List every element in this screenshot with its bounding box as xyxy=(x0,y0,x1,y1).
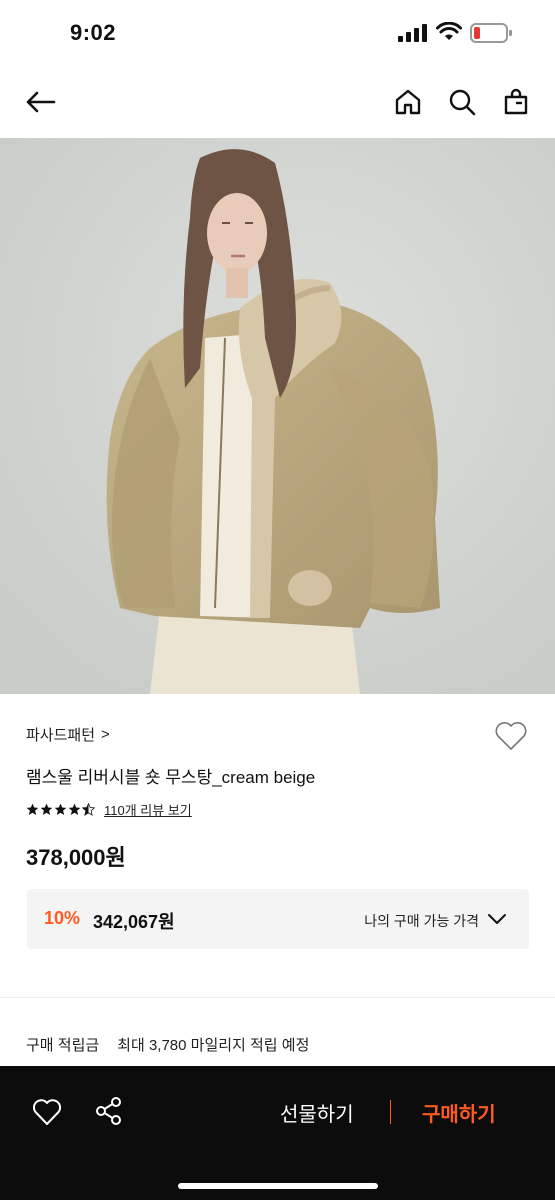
star-half-icon xyxy=(82,803,95,816)
points-row: 구매 적립금 최대 3,780 마일리지 적립 예정 xyxy=(26,1034,309,1055)
home-icon xyxy=(395,89,421,115)
home-button[interactable] xyxy=(390,84,426,120)
original-price: 378,000원 xyxy=(26,845,126,870)
wishlist-heart-icon[interactable] xyxy=(494,720,528,752)
arrow-left-icon xyxy=(26,91,56,113)
battery-icon xyxy=(470,23,512,43)
my-price-label: 나의 구매 가능 가격 xyxy=(364,913,479,929)
home-indicator xyxy=(178,1183,378,1189)
section-divider xyxy=(0,997,555,998)
cart-button[interactable] xyxy=(498,84,534,120)
search-icon xyxy=(449,89,476,116)
chevron-right-icon: > xyxy=(101,726,110,743)
star-full-icon xyxy=(26,803,39,816)
top-nav-bar xyxy=(0,66,555,138)
product-name: 램스울 리버시블 숏 무스탕_cream beige xyxy=(26,768,316,787)
wifi-icon xyxy=(436,22,462,40)
discount-rate: 10% xyxy=(44,908,81,928)
gift-button[interactable]: 선물하기 xyxy=(280,1098,354,1127)
points-text: 최대 3,780 마일리지 적립 예정 xyxy=(117,1037,310,1054)
star-full-icon xyxy=(40,803,53,816)
my-price-dropdown[interactable]: 10% 342,067원 나의 구매 가능 가격 xyxy=(27,889,529,949)
bottom-action-bar: 선물하기 구매하기 xyxy=(0,1066,555,1200)
product-photo-illustration xyxy=(0,138,555,694)
shopping-bag-icon xyxy=(504,88,528,115)
star-full-icon xyxy=(54,803,67,816)
brand-link[interactable]: 파사드패턴 > xyxy=(26,724,110,745)
share-icon[interactable] xyxy=(94,1096,124,1126)
button-separator xyxy=(390,1100,391,1124)
review-link[interactable]: 110개 리뷰 보기 xyxy=(104,800,192,819)
status-bar: 9:02 xyxy=(0,0,555,66)
points-label: 구매 적립금 xyxy=(26,1037,100,1054)
brand-name: 파사드패턴 xyxy=(26,727,96,744)
star-full-icon xyxy=(68,803,81,816)
discount-price: 342,067원 xyxy=(93,912,175,932)
cellular-signal-icon xyxy=(398,24,427,42)
chevron-down-icon xyxy=(488,914,506,924)
back-button[interactable] xyxy=(22,84,58,120)
product-image[interactable] xyxy=(0,138,555,694)
rating-row: 110개 리뷰 보기 xyxy=(26,800,192,819)
status-time: 9:02 xyxy=(70,20,117,45)
search-button[interactable] xyxy=(444,84,480,120)
heart-outline-icon[interactable] xyxy=(32,1098,62,1126)
buy-button[interactable]: 구매하기 xyxy=(422,1098,496,1127)
